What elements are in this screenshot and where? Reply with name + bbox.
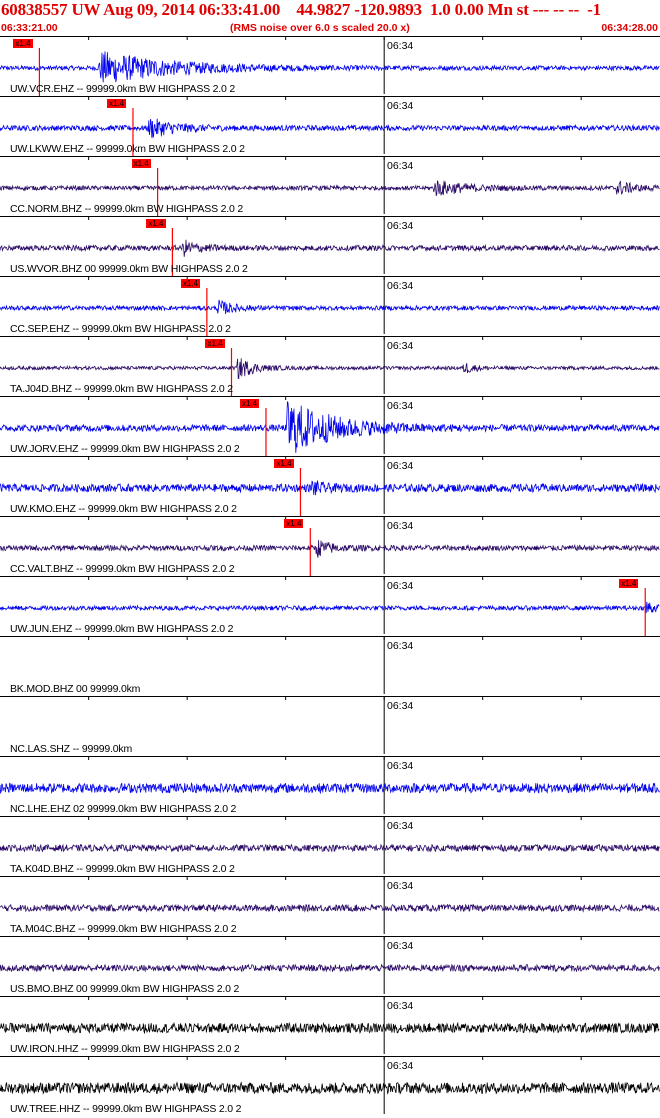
trace-panel: 06:34 US.WVOR.BHZ 00 99999.0km BW HIGHPAS…	[0, 216, 660, 276]
noise-subtitle: (RMS noise over 6.0 s scaled 20.0 x)	[230, 22, 410, 34]
minute-tick-label: 06:34	[387, 400, 414, 412]
channel-label: UW.TREE.HHZ -- 99999.0km BW HIGHPASS 2.0…	[10, 1103, 242, 1115]
trace-panel: 06:34 US.BMO.BHZ 00 99999.0km BW HIGHPASS…	[0, 936, 660, 996]
waveform-line	[0, 903, 660, 913]
pick-label: x1.4	[284, 519, 304, 528]
channel-label: BK.MOD.BHZ 00 99999.0km	[10, 683, 141, 695]
trace-panel: 06:34 NC.LHE.EHZ 02 99999.0km BW HIGHPASS…	[0, 756, 660, 816]
waveform-line	[0, 1021, 660, 1035]
waveform-line	[0, 179, 660, 196]
trace-panel: 06:34 CC.NORM.BHZ -- 99999.0km BW HIGHPAS…	[0, 156, 660, 216]
channel-label: TA.K04D.BHZ -- 99999.0km BW HIGHPASS 2.0…	[10, 863, 235, 875]
minute-tick-label: 06:34	[387, 580, 414, 592]
channel-label: CC.VALT.BHZ -- 99999.0km BW HIGHPASS 2.0…	[10, 563, 235, 575]
waveform-line	[0, 843, 660, 853]
minute-tick-label: 06:34	[387, 1000, 414, 1012]
channel-label: US.BMO.BHZ 00 99999.0km BW HIGHPASS 2.0 …	[10, 983, 240, 995]
end-time: 06:34:28.00	[601, 22, 658, 34]
trace-panel: 06:34 UW.JUN.EHZ -- 99999.0km BW HIGHPASS…	[0, 576, 660, 636]
trace-panel: 06:34 TA.J04D.BHZ -- 99999.0km BW HIGHPAS…	[0, 336, 660, 396]
minute-tick-label: 06:34	[387, 640, 414, 652]
channel-label: TA.M04C.BHZ -- 99999.0km BW HIGHPASS 2.0…	[10, 923, 237, 935]
trace-panel: 06:34 UW.JORV.EHZ -- 99999.0km BW HIGHPAS…	[0, 396, 660, 456]
pick-label: x1.4	[131, 159, 151, 168]
trace-panel: 06:34 NC.LAS.SHZ -- 99999.0km	[0, 696, 660, 756]
channel-label: NC.LHE.EHZ 02 99999.0km BW HIGHPASS 2.0 …	[10, 803, 237, 815]
waveform-line	[0, 1081, 660, 1095]
minute-tick-label: 06:34	[387, 160, 414, 172]
minute-tick-label: 06:34	[387, 880, 414, 892]
channel-label: CC.SEP.EHZ -- 99999.0km BW HIGHPASS 2.0 …	[10, 323, 231, 335]
waveform-line	[0, 358, 660, 379]
trace-panel: 06:34 UW.KMO.EHZ -- 99999.0km BW HIGHPASS…	[0, 456, 660, 516]
trace-panel: 06:34 UW.TREE.HHZ -- 99999.0km BW HIGHPAS…	[0, 1056, 660, 1116]
waveform-line	[0, 540, 660, 558]
minute-tick-label: 06:34	[387, 1060, 414, 1072]
trace-panel: 06:34 UW.IRON.HHZ -- 99999.0km BW HIGHPAS…	[0, 996, 660, 1056]
channel-label: UW.JORV.EHZ -- 99999.0km BW HIGHPASS 2.0…	[10, 443, 240, 455]
waveform-line	[0, 51, 660, 83]
channel-label: CC.NORM.BHZ -- 99999.0km BW HIGHPASS 2.0…	[10, 203, 243, 215]
event-title: 60838557 UW Aug 09, 2014 06:33:41.00 44.…	[1, 0, 601, 19]
pick-label: x1.4	[13, 39, 33, 48]
minute-tick-label: 06:34	[387, 760, 414, 772]
minute-tick-label: 06:34	[387, 460, 414, 472]
minute-tick-label: 06:34	[387, 220, 414, 232]
trace-panel: 06:34 CC.SEP.EHZ -- 99999.0km BW HIGHPASS…	[0, 276, 660, 336]
trace-panel: 06:34 UW.LKWW.EHZ -- 99999.0km BW HIGHPAS…	[0, 96, 660, 156]
pick-label: x1.4	[180, 279, 200, 288]
trace-panel: 06:34 TA.M04C.BHZ -- 99999.0km BW HIGHPAS…	[0, 876, 660, 936]
waveform-line	[0, 239, 660, 257]
channel-label: UW.KMO.EHZ -- 99999.0km BW HIGHPASS 2.0 …	[10, 503, 237, 515]
pick-label: x1.4	[619, 579, 639, 588]
waveform-line	[0, 782, 660, 795]
waveform-line	[0, 601, 660, 614]
channel-label: UW.LKWW.EHZ -- 99999.0km BW HIGHPASS 2.0…	[10, 143, 245, 155]
minute-tick-label: 06:34	[387, 340, 414, 352]
channel-label: UW.IRON.HHZ -- 99999.0km BW HIGHPASS 2.0…	[10, 1043, 240, 1055]
minute-tick-label: 06:34	[387, 940, 414, 952]
channel-label: TA.J04D.BHZ -- 99999.0km BW HIGHPASS 2.0…	[10, 383, 233, 395]
minute-tick-label: 06:34	[387, 280, 414, 292]
waveform-line	[0, 480, 660, 496]
trace-panel: 06:34 TA.K04D.BHZ -- 99999.0km BW HIGHPAS…	[0, 816, 660, 876]
trace-panel: 06:34 BK.MOD.BHZ 00 99999.0km	[0, 636, 660, 696]
minute-tick-label: 06:34	[387, 100, 414, 112]
channel-label: NC.LAS.SHZ -- 99999.0km	[10, 743, 133, 755]
pick-label: x1.4	[146, 219, 166, 228]
waveform-line	[0, 118, 660, 139]
pick-label: x1.4	[106, 99, 127, 108]
pick-label: x1.4	[274, 459, 294, 468]
trace-panel: 06:34 CC.VALT.BHZ -- 99999.0km BW HIGHPAS…	[0, 516, 660, 576]
channel-label: US.WVOR.BHZ 00 99999.0km BW HIGHPASS 2.0…	[10, 263, 248, 275]
channel-label: UW.VCR.EHZ -- 99999.0km BW HIGHPASS 2.0 …	[10, 83, 235, 95]
waveform-line	[0, 963, 660, 973]
trace-panel: 06:34 UW.VCR.EHZ -- 99999.0km BW HIGHPASS…	[0, 36, 660, 96]
minute-tick-label: 06:34	[387, 700, 414, 712]
minute-tick-label: 06:34	[387, 40, 414, 52]
minute-tick-label: 06:34	[387, 820, 414, 832]
channel-label: UW.JUN.EHZ -- 99999.0km BW HIGHPASS 2.0 …	[10, 623, 234, 635]
start-time: 06:33:21.00	[1, 22, 58, 34]
minute-tick-label: 06:34	[387, 520, 414, 532]
pick-label: x1.4	[205, 339, 225, 348]
pick-label: x1.4	[239, 399, 260, 408]
plot-header: 60838557 UW Aug 09, 2014 06:33:41.00 44.…	[0, 0, 660, 36]
waveform-line	[0, 299, 660, 315]
